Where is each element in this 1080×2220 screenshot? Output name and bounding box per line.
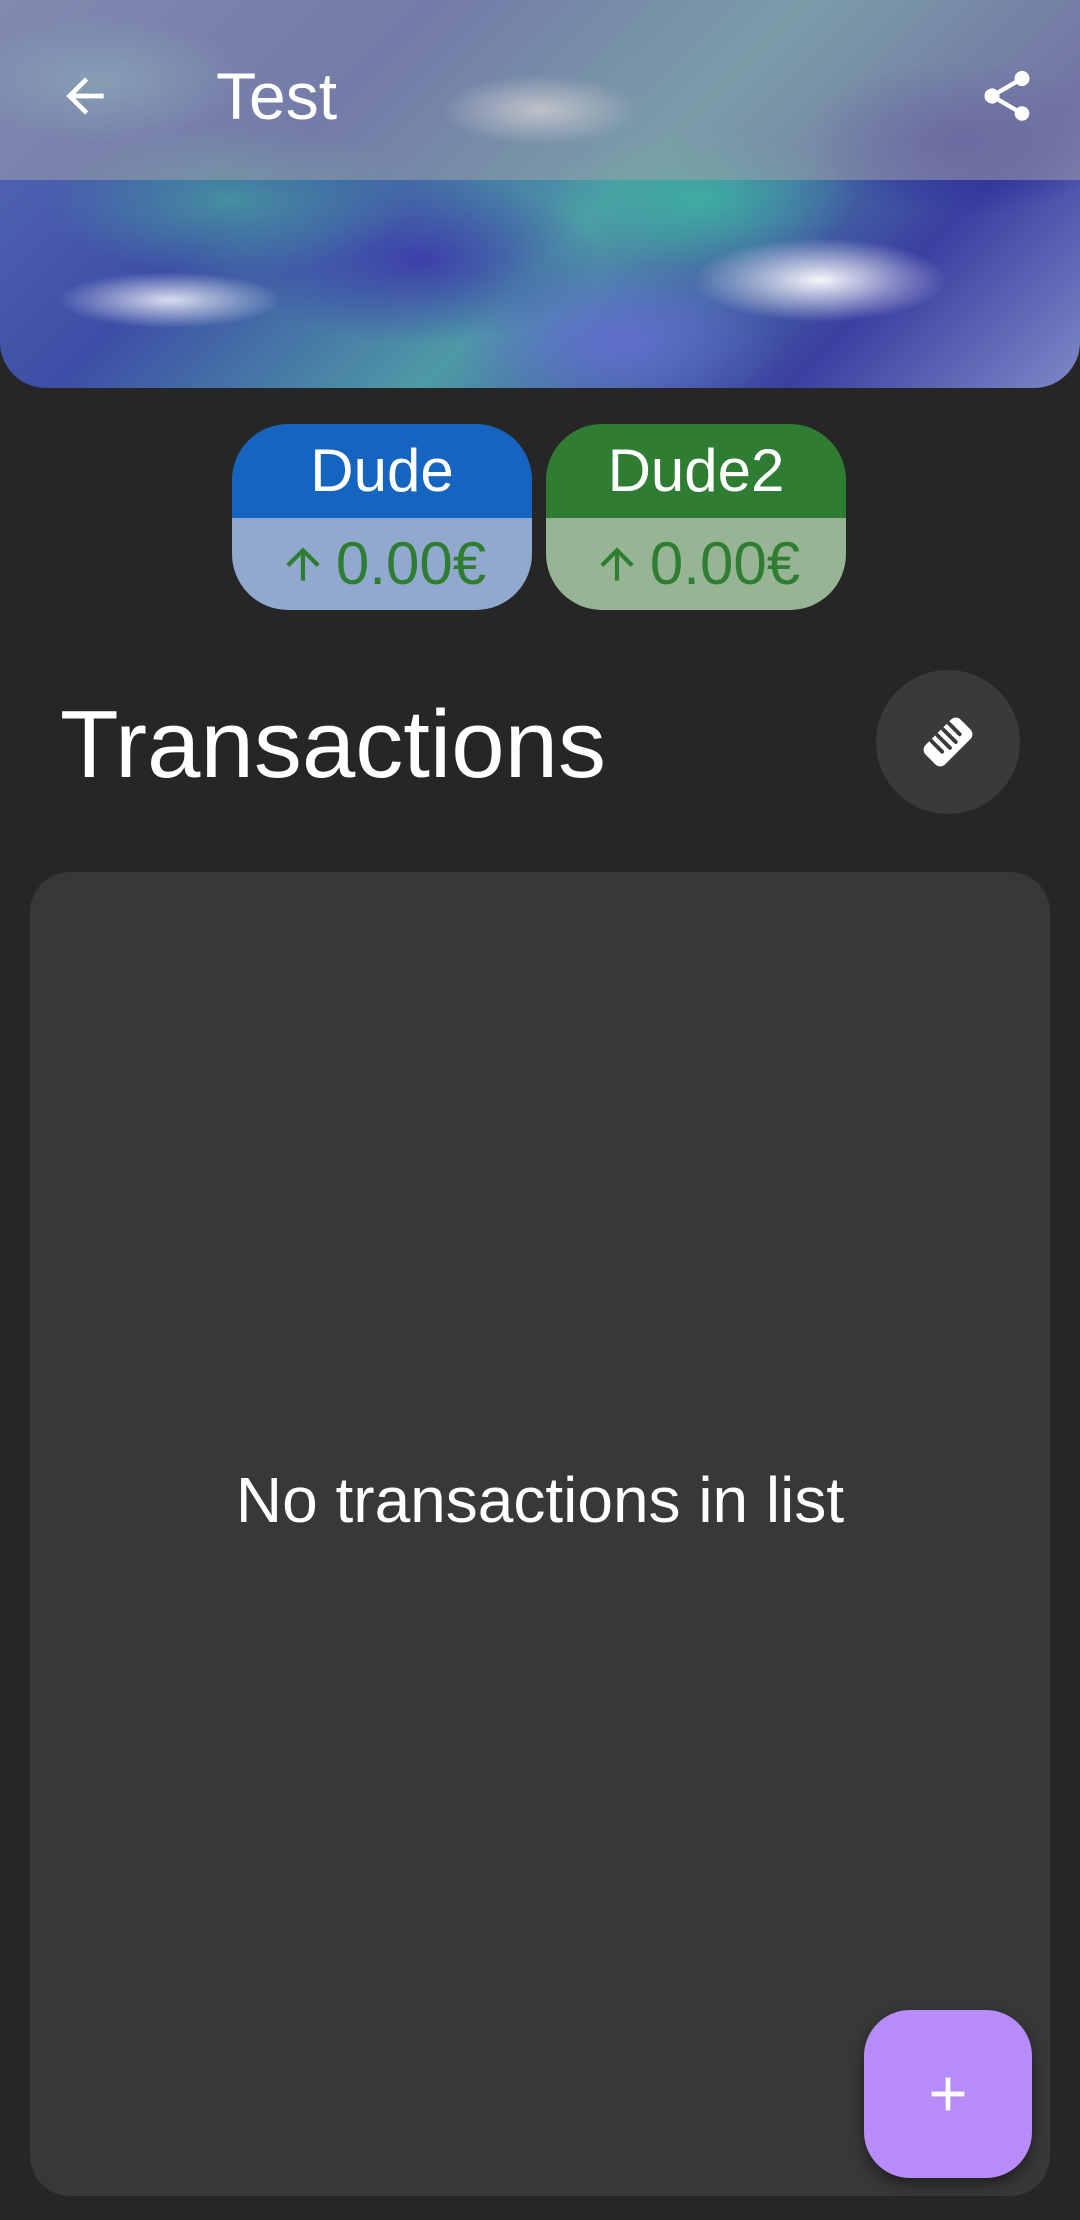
handshake-icon [923,717,973,767]
page-title: Test [216,59,338,133]
plus-icon [931,2077,965,2111]
empty-list-message: No transactions in list [235,1464,845,1536]
member-name: Dude2 [546,424,846,518]
arrow-back-icon [66,77,104,115]
share-button[interactable] [962,56,1052,136]
add-transaction-button[interactable] [864,2010,1032,2178]
arrow-up-icon [286,547,320,581]
member-balance-value: 0.00€ [335,530,487,597]
back-button[interactable] [40,56,130,136]
app-bar [0,0,1080,180]
arrow-up-icon [600,547,634,581]
transactions-heading: Transactions [60,691,606,798]
member-chip-dude2[interactable]: Dude2 0.00€ [546,424,846,610]
settle-up-button[interactable] [876,670,1020,814]
member-balance: 0.00€ [232,518,532,610]
member-balance-value: 0.00€ [649,530,801,597]
member-name: Dude [232,424,532,518]
member-balance: 0.00€ [546,518,846,610]
member-chip-dude[interactable]: Dude 0.00€ [232,424,532,610]
share-icon [984,70,1030,121]
